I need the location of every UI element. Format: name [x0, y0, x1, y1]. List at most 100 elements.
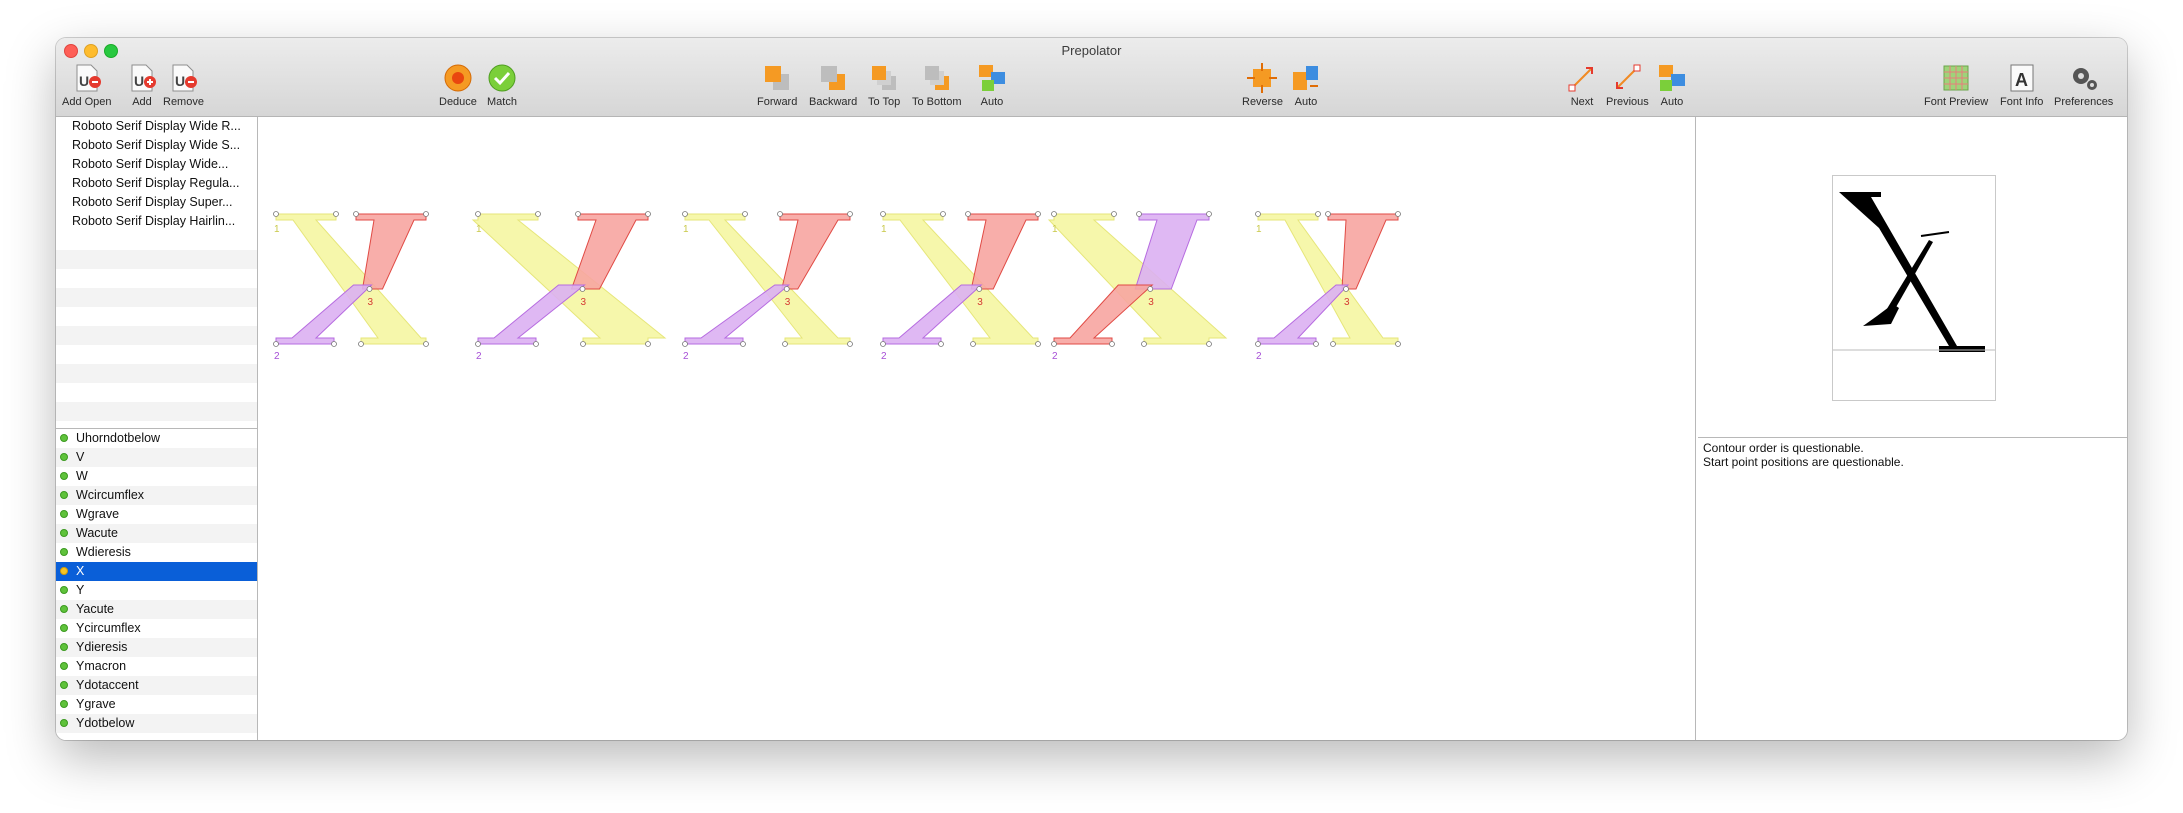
- point-handle[interactable]: [475, 211, 481, 217]
- point-handle[interactable]: [1147, 286, 1154, 292]
- glyph-list-item[interactable]: Ydotbelow: [56, 714, 257, 733]
- contour-2[interactable]: [275, 284, 373, 345]
- reverse-button[interactable]: Reverse: [1242, 62, 1283, 114]
- auto-reverse-button[interactable]: Auto: [1290, 62, 1322, 114]
- font-list-item[interactable]: Roboto Serif Display Regula...: [56, 174, 257, 193]
- glyph-list-item[interactable]: Ygrave: [56, 695, 257, 714]
- contour-2[interactable]: [1053, 284, 1154, 345]
- point-handle[interactable]: [333, 211, 339, 217]
- glyph-list-item[interactable]: Ydotaccent: [56, 676, 257, 695]
- point-handle[interactable]: [1395, 211, 1401, 217]
- point-handle[interactable]: [273, 341, 279, 347]
- point-handle[interactable]: [358, 341, 364, 347]
- x-glyph-outline[interactable]: 1 2 3: [273, 211, 429, 363]
- font-preview-button[interactable]: Font Preview: [1924, 62, 1988, 114]
- point-handle[interactable]: [940, 211, 946, 217]
- point-handle[interactable]: [1255, 341, 1261, 347]
- point-handle[interactable]: [1206, 211, 1212, 217]
- point-handle[interactable]: [1315, 211, 1321, 217]
- glyph-list-item[interactable]: Wdieresis: [56, 543, 257, 562]
- point-handle[interactable]: [353, 211, 359, 217]
- match-button[interactable]: Match: [486, 62, 518, 114]
- point-handle[interactable]: [1141, 341, 1147, 347]
- glyph-list-item[interactable]: Wacute: [56, 524, 257, 543]
- glyph-list-item[interactable]: Ymacron: [56, 657, 257, 676]
- point-handle[interactable]: [1343, 286, 1349, 292]
- point-handle[interactable]: [645, 341, 651, 347]
- point-handle[interactable]: [423, 211, 429, 217]
- point-handle[interactable]: [645, 211, 651, 217]
- preferences-button[interactable]: Preferences: [2054, 62, 2113, 114]
- point-handle[interactable]: [1395, 341, 1401, 347]
- x-glyph-outline[interactable]: 1 2 3: [682, 211, 853, 363]
- font-list-item[interactable]: Roboto Serif Display Wide R...: [56, 117, 257, 136]
- font-list-item[interactable]: Roboto Serif Display Wide S...: [56, 136, 257, 155]
- glyph-list-item[interactable]: Uhorndotbelow: [56, 429, 257, 448]
- glyph-outlines[interactable]: 1 2 3 1 2 3 1 2 3 1 2 3 1 2 3 1 2 3: [258, 117, 1695, 740]
- point-handle[interactable]: [1255, 211, 1261, 217]
- to-top-button[interactable]: To Top: [868, 62, 900, 114]
- point-handle[interactable]: [740, 341, 746, 347]
- point-handle[interactable]: [976, 286, 983, 292]
- auto-order-button[interactable]: Auto: [976, 62, 1008, 114]
- point-handle[interactable]: [1325, 211, 1331, 217]
- glyph-list-item[interactable]: Ydieresis: [56, 638, 257, 657]
- deduce-button[interactable]: Deduce: [439, 62, 477, 114]
- contour-1[interactable]: [1047, 213, 1228, 345]
- point-handle[interactable]: [880, 341, 886, 347]
- contour-3[interactable]: [1134, 213, 1210, 290]
- point-handle[interactable]: [782, 341, 788, 347]
- glyph-list-item[interactable]: Yacute: [56, 600, 257, 619]
- point-handle[interactable]: [777, 211, 783, 217]
- glyph-list-item[interactable]: W: [56, 467, 257, 486]
- contour-2[interactable]: [477, 284, 586, 345]
- point-handle[interactable]: [273, 211, 279, 217]
- glyph-list-item[interactable]: Wcircumflex: [56, 486, 257, 505]
- to-bottom-button[interactable]: To Bottom: [912, 62, 962, 114]
- previous-button[interactable]: Previous: [1606, 62, 1649, 114]
- glyph-list[interactable]: Uhorndotbelow V W Wcircumflex Wgrave Wac…: [56, 429, 257, 740]
- point-handle[interactable]: [1313, 341, 1319, 347]
- contour-3[interactable]: [967, 213, 1039, 290]
- point-handle[interactable]: [1109, 341, 1115, 347]
- point-handle[interactable]: [1206, 341, 1212, 347]
- point-handle[interactable]: [682, 341, 688, 347]
- point-handle[interactable]: [423, 341, 429, 347]
- point-handle[interactable]: [783, 286, 790, 292]
- point-handle[interactable]: [331, 341, 337, 347]
- glyph-list-item[interactable]: V: [56, 448, 257, 467]
- font-list-item[interactable]: Roboto Serif Display Hairlin...: [56, 212, 257, 231]
- contour-2[interactable]: [684, 284, 791, 345]
- point-handle[interactable]: [880, 211, 886, 217]
- x-glyph-outline[interactable]: 1 2 3: [1255, 211, 1401, 363]
- point-handle[interactable]: [1330, 341, 1336, 347]
- point-handle[interactable]: [366, 286, 373, 292]
- font-list[interactable]: Roboto Serif Display Wide R... Roboto Se…: [56, 117, 257, 428]
- next-button[interactable]: Next: [1566, 62, 1598, 114]
- glyph-list-item[interactable]: Wgrave: [56, 505, 257, 524]
- x-glyph-outline[interactable]: 1 2 3: [471, 211, 667, 363]
- add-open-button[interactable]: U Add Open: [62, 62, 112, 114]
- point-handle[interactable]: [965, 211, 971, 217]
- point-handle[interactable]: [1111, 211, 1117, 217]
- x-glyph-outline[interactable]: 1 2 3: [880, 211, 1041, 363]
- font-list-item[interactable]: Roboto Serif Display Wide...: [56, 155, 257, 174]
- glyph-list-item[interactable]: Ycircumflex: [56, 619, 257, 638]
- forward-button[interactable]: Forward: [757, 62, 797, 114]
- point-handle[interactable]: [1035, 341, 1041, 347]
- point-handle[interactable]: [1136, 211, 1142, 217]
- contour-3[interactable]: [570, 213, 649, 290]
- glyph-canvas[interactable]: 1 2 3 1 2 3 1 2 3 1 2 3 1 2 3 1 2 3: [258, 117, 1696, 740]
- point-handle[interactable]: [1035, 211, 1041, 217]
- auto-start-points-button[interactable]: Auto: [1656, 62, 1688, 114]
- point-handle[interactable]: [580, 341, 586, 347]
- contour-3[interactable]: [779, 213, 851, 290]
- remove-button[interactable]: U Remove: [163, 62, 204, 114]
- contour-2[interactable]: [882, 284, 983, 345]
- point-handle[interactable]: [847, 341, 853, 347]
- point-handle[interactable]: [575, 211, 581, 217]
- contour-3[interactable]: [355, 213, 427, 290]
- point-handle[interactable]: [533, 341, 539, 347]
- point-handle[interactable]: [1051, 341, 1057, 347]
- add-button[interactable]: U Add: [126, 62, 158, 114]
